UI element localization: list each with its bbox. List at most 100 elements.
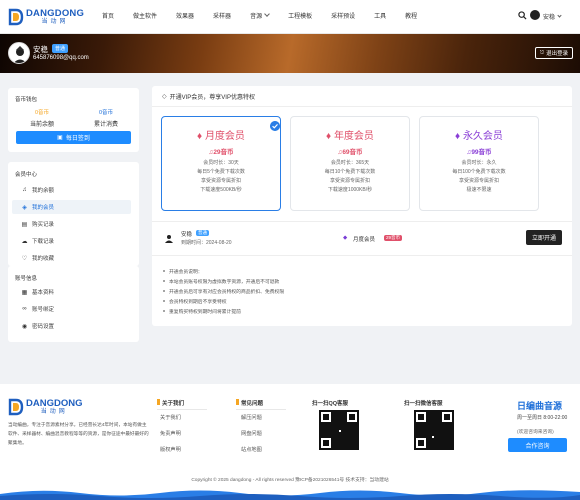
daily-checkin-button[interactable]: ▣ 每日签到	[16, 131, 131, 144]
diamond-icon: ◆	[343, 235, 348, 241]
sidebar-item-label: 账号绑定	[32, 307, 55, 313]
account-title: 账号信息	[15, 276, 38, 282]
shield-icon: ◉	[21, 323, 28, 330]
cooperation-button[interactable]: 合作咨询	[508, 438, 567, 452]
plan-feature: 每日5个免费下载次数	[197, 169, 245, 175]
profile-email: 645876098@qq.com	[33, 55, 89, 61]
diamond-icon: ♦	[455, 131, 463, 142]
plan-feature: 享受资源专属折扣	[200, 178, 241, 184]
nav-item[interactable]: 工具	[374, 11, 386, 20]
plan-price: ♫99音币	[466, 149, 492, 156]
plan-name: ♦ 年度会员	[326, 131, 374, 142]
nav-item[interactable]: 工程模板	[288, 11, 312, 20]
sidebar-item[interactable]: ▦ 基本资料	[12, 285, 131, 299]
plan-name: ♦ 月度会员	[197, 131, 245, 142]
plan-name: ♦ 永久会员	[455, 131, 503, 142]
consult-note: (欢迎咨询来咨询)	[517, 430, 554, 435]
wechat-qr-title: 扫一扫微信客服	[404, 401, 443, 407]
logo-icon	[8, 8, 24, 26]
search-icon[interactable]	[518, 11, 527, 20]
footer-link[interactable]: 网盘问题	[241, 430, 262, 437]
vip-plan-card[interactable]: ♦ 年度会员 ♫69音币 会员时长：365天 每日10个免费下载次数 享受资源专属折扣下…	[290, 116, 410, 211]
vip-plan-card[interactable]: ♦ 永久会员 ♫99音币 会员时长：永久 每日100个免费下载次数 享受资源专属折扣 极速…	[419, 116, 539, 211]
profile-banner: 安稳 普通 645876098@qq.com	[0, 34, 580, 73]
footer-link[interactable]: 版权声明	[160, 446, 181, 453]
copyright: Copyright © 2025 dangdong - All rights r…	[191, 478, 389, 483]
profile-name: 安稳	[33, 45, 48, 54]
nav-item[interactable]: 效果器	[176, 11, 194, 20]
sidebar-item-label: 密码设置	[32, 324, 55, 330]
footer-logo: DANGDONG 当动网	[8, 398, 82, 416]
link-icon: ∞	[22, 306, 27, 312]
sidebar-item[interactable]: ♫ 我的余额	[12, 183, 131, 197]
top-bar: DANGDONG 当动网 首页 做主软件 效果器 采样器 音源 工程模板 采样预设 工具 教程 …	[0, 0, 580, 34]
diamond-icon: ♦	[197, 131, 205, 142]
note-item: 开通会员后可享有对应会员特权的商品折扣、免费权限	[163, 288, 284, 295]
order-time: 到期时间：2024-08-20	[181, 240, 232, 246]
check-icon	[270, 121, 280, 131]
logout-button[interactable]: ⎋ 退出登录	[535, 47, 573, 59]
diamond-icon: ◈	[22, 204, 27, 211]
sidebar-item[interactable]: ◈ 我的会员	[12, 200, 131, 214]
divider	[157, 409, 207, 410]
sidebar-item[interactable]: ♡ 我的收藏	[12, 251, 131, 265]
sidebar-item-label: 我的收藏	[32, 256, 55, 262]
wechat-qr-code	[414, 410, 454, 450]
music-note-icon: ♫	[22, 187, 27, 193]
footer-link[interactable]: 解压问题	[241, 414, 262, 421]
nav-item[interactable]: 首页	[102, 11, 114, 20]
sidebar-item-label: 下载记录	[32, 239, 55, 245]
qq-qr-title: 扫一扫QQ客服	[312, 401, 349, 407]
service-hours: 周一至周日 8:00-22:00	[517, 415, 568, 421]
note-item: 会员特权到期后不享受特权	[163, 298, 227, 305]
site-logo[interactable]: DANGDONG 当动网	[8, 7, 84, 27]
open-vip-button[interactable]: 立即开通	[526, 230, 562, 245]
contact-brand: 日编曲音源	[517, 401, 563, 411]
plan-feature: 会员时长：365天	[330, 160, 370, 166]
logo-icon	[8, 398, 24, 416]
nav-item[interactable]: 教程	[405, 11, 417, 20]
order-user: 安稳	[181, 232, 193, 238]
sidebar-item[interactable]: ◉ 密码设置	[12, 319, 131, 333]
plan-feature: 极速不限速	[466, 187, 492, 193]
logo-text-cn: 当动网	[41, 19, 69, 26]
avatar[interactable]	[530, 10, 540, 20]
vip-panel-title: ◇ 开通VIP会员，尊享VIP优惠特权	[162, 94, 255, 101]
nav-item[interactable]: 音源	[250, 11, 269, 20]
cloud-download-icon: ☁	[21, 238, 28, 245]
footer-col-faq-title: 常见问题	[241, 401, 264, 407]
plan-price: ♫29音币	[208, 149, 234, 156]
order-avatar	[165, 235, 173, 243]
nav-item[interactable]: 采样预设	[331, 11, 355, 20]
divider	[152, 255, 572, 256]
divider	[236, 409, 286, 410]
nav-item[interactable]: 做主软件	[133, 11, 157, 20]
footer-link[interactable]: 站点地图	[241, 446, 262, 453]
diamond-icon: ♦	[326, 131, 334, 142]
plan-feature: 会员时长：永久	[461, 160, 497, 166]
sidebar-item-label: 我的会员	[32, 205, 55, 211]
sidebar-item[interactable]: ∞ 账号绑定	[12, 302, 131, 316]
sidebar-item-label: 基本资料	[32, 290, 55, 296]
diamond-icon: ◇	[162, 94, 167, 100]
sidebar-item[interactable]: ▤ 购买记录	[12, 217, 131, 231]
vip-plan-card[interactable]: ♦ 月度会员 ♫29音币 会员时长：30天 每日5个免费下载次数 享受资源专属折扣 下载速…	[161, 116, 281, 211]
note-item: 重复购买特权到期时间将累计提前	[163, 308, 241, 315]
sidebar-item[interactable]: ☁ 下载记录	[12, 234, 131, 248]
plan-feature: 享受资源专属折扣	[458, 178, 499, 184]
sidebar-item-label: 我的余额	[32, 188, 55, 194]
user-menu[interactable]: 安稳	[543, 12, 561, 21]
wallet-title: 音币钱包	[15, 97, 38, 103]
balance-stat: 0音币 当前余额	[29, 110, 54, 128]
footer-link[interactable]: 免责声明	[160, 430, 181, 437]
nav-item[interactable]: 采样器	[213, 11, 231, 20]
footer-description: 当动编曲，专注于音源素材分享。已经营长达4年时间，本站有做主软件、采样器材、编曲…	[8, 422, 149, 445]
plan-feature: 下载速度500KB/秒	[200, 187, 242, 193]
footer-col-about-title: 关于我们	[162, 401, 185, 407]
notes-title: 开通会员说明：	[163, 268, 203, 275]
footer-link[interactable]: 关于我们	[160, 414, 181, 421]
accent-mark	[157, 399, 160, 405]
note-item: 本站会员账号权限为虚拟数字资源，开通后不可退款	[163, 278, 279, 285]
cart-icon: ▤	[21, 221, 28, 228]
vip-badge: 普通	[52, 44, 69, 53]
